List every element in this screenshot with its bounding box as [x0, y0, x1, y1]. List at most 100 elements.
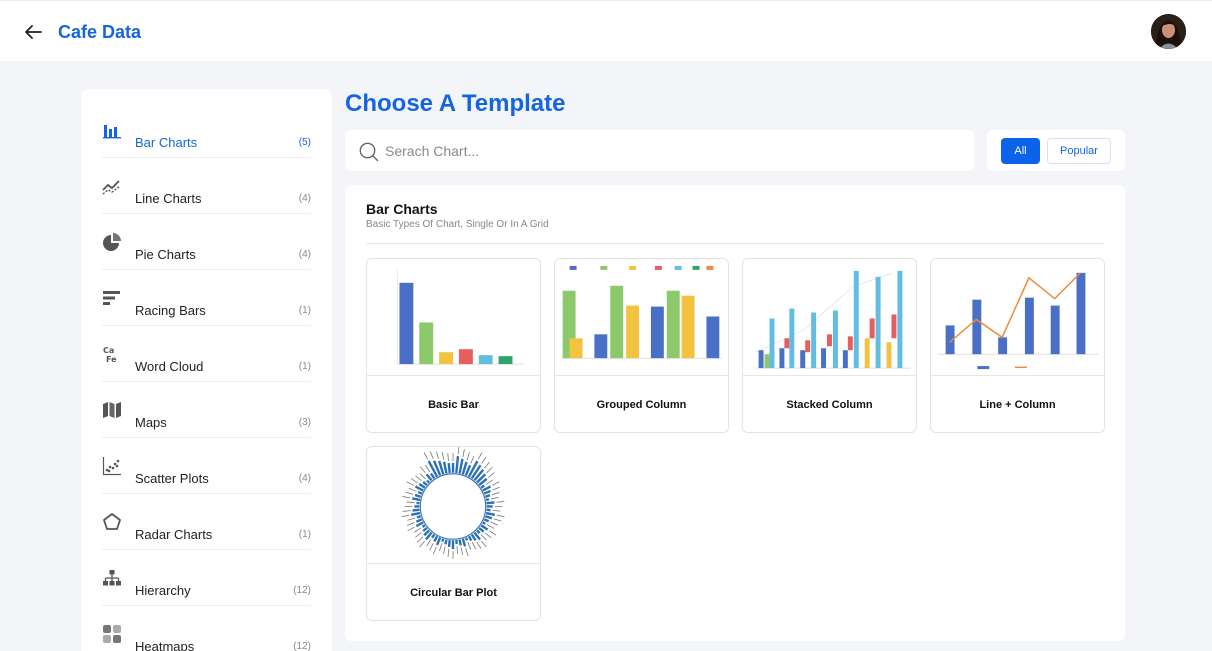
sidebar-item-radar-charts[interactable]: Radar Charts (1)	[102, 494, 311, 550]
sidebar-item-racing-bars[interactable]: Racing Bars (1)	[102, 270, 311, 326]
circular-bar-label	[490, 521, 499, 526]
circular-bar-label	[484, 461, 490, 469]
circular-bar-label	[486, 524, 495, 529]
divider	[366, 243, 1104, 244]
circular-bar-label	[429, 543, 434, 551]
sidebar-item-label: Racing Bars	[135, 303, 206, 318]
circular-bar-label	[465, 548, 469, 556]
circular-bar	[447, 539, 451, 548]
sidebar-item-bar-charts[interactable]: Bar Charts (5)	[102, 102, 311, 158]
sidebar-item-label: Bar Charts	[135, 135, 198, 150]
circular-bar-label	[477, 452, 483, 460]
circular-bar-label	[457, 447, 460, 455]
circular-bar-label	[470, 455, 475, 464]
circular-bar-label	[466, 452, 470, 461]
svg-text:Ca: Ca	[103, 346, 114, 355]
template-card-circular-bar-plot[interactable]: Circular Bar Plot	[366, 446, 541, 621]
sidebar-item-count: (3)	[298, 417, 311, 428]
sidebar-item-count: (1)	[298, 361, 311, 372]
filter-popular-button[interactable]: Popular	[1047, 138, 1111, 164]
sidebar-item-word-cloud[interactable]: Ca Fe Word Cloud (1)	[102, 326, 311, 382]
circular-bar	[415, 518, 423, 523]
circular-bar-label	[426, 539, 432, 547]
circular-bar-label	[460, 547, 464, 556]
circular-bar	[431, 533, 436, 539]
circular-bar-label	[481, 456, 487, 464]
circular-bar	[464, 537, 469, 541]
circular-bar-label	[410, 478, 418, 484]
sidebar-item-heatmaps[interactable]: Heatmaps (12)	[102, 606, 311, 651]
circular-bar-label	[484, 532, 492, 539]
sidebar-item-label: Line Charts	[135, 191, 202, 206]
circular-bar-label	[443, 546, 446, 555]
circular-bar	[461, 538, 467, 547]
circular-bar	[483, 518, 490, 523]
sidebar-item-count: (1)	[298, 305, 311, 316]
circular-bar-label	[492, 481, 500, 486]
search-input[interactable]	[385, 138, 955, 164]
circular-bar-label	[407, 517, 416, 521]
back-arrow-icon[interactable]	[22, 21, 44, 43]
circular-bar-label	[492, 486, 500, 491]
circular-bar-label	[492, 509, 501, 512]
circular-bar-label	[489, 530, 497, 536]
template-card-line-column[interactable]: Line + Column	[930, 258, 1105, 433]
sidebar: Bar Charts (5) Line Charts (4) Pie Chart…	[81, 89, 332, 651]
circular-bar	[480, 484, 485, 489]
circular-bar-label	[407, 526, 415, 532]
circular-bar-label	[441, 451, 445, 460]
sidebar-item-label: Hierarchy	[135, 583, 191, 598]
circular-bar	[484, 494, 491, 498]
sidebar-item-scatter-plots[interactable]: Scatter Plots (4)	[102, 438, 311, 494]
circular-bar-label	[401, 514, 410, 518]
circular-bar	[422, 481, 428, 487]
circular-bar-label	[406, 501, 415, 504]
sidebar-item-count: (12)	[293, 585, 311, 596]
basic-bar-thumbnail	[367, 268, 540, 376]
circular-bar-label	[439, 543, 443, 552]
circular-bar	[423, 529, 431, 537]
template-card-grouped-column[interactable]: Grouped Column	[554, 258, 729, 433]
circular-bar-label	[406, 481, 414, 486]
template-card-basic-bar[interactable]: Basic Bar	[366, 258, 541, 433]
circular-bar	[433, 535, 439, 543]
circular-bar-label	[429, 451, 434, 460]
grouped-column-thumbnail	[555, 265, 728, 376]
sidebar-item-line-charts[interactable]: Line Charts (4)	[102, 158, 311, 214]
bar-chart-icon	[103, 125, 121, 139]
sidebar-item-label: Pie Charts	[135, 247, 196, 262]
line-column-thumbnail	[931, 272, 1104, 376]
circular-bar-label	[486, 466, 493, 474]
circular-bar	[441, 538, 445, 542]
section-subtitle: Basic Types Of Chart, Single Or In A Gri…	[366, 219, 549, 230]
hierarchy-icon	[103, 570, 121, 586]
circular-bar-label	[423, 452, 429, 460]
top-bar: Cafe Data	[0, 0, 1212, 61]
circular-bar	[455, 456, 460, 474]
circular-bar	[482, 521, 486, 525]
circular-bar-label	[419, 466, 426, 474]
circular-bar-label	[490, 497, 499, 500]
circular-bar	[470, 533, 477, 541]
sidebar-item-maps[interactable]: Maps (3)	[102, 382, 311, 438]
scatter-plot-icon	[102, 457, 121, 476]
sidebar-item-hierarchy[interactable]: Hierarchy (12)	[102, 550, 311, 606]
circular-bar	[475, 529, 481, 534]
circular-bar	[486, 501, 495, 505]
circular-bar-label	[485, 479, 493, 485]
circular-bar-label	[419, 473, 426, 480]
circular-bar	[416, 515, 422, 519]
search-bar	[345, 130, 974, 171]
avatar[interactable]	[1151, 14, 1186, 49]
app-title: Cafe Data	[58, 22, 142, 42]
circular-bar-label	[447, 453, 449, 462]
sidebar-item-pie-charts[interactable]: Pie Charts (4)	[102, 214, 311, 270]
filter-all-button[interactable]: All	[1001, 138, 1040, 164]
circular-bar	[411, 497, 421, 502]
circular-bar	[426, 479, 431, 484]
circular-bar-label	[405, 491, 414, 495]
circular-bar-label	[432, 546, 437, 555]
template-card-stacked-column[interactable]: Stacked Column	[742, 258, 917, 433]
circular-bar-label	[462, 449, 465, 457]
sidebar-item-count: (5)	[298, 137, 311, 148]
